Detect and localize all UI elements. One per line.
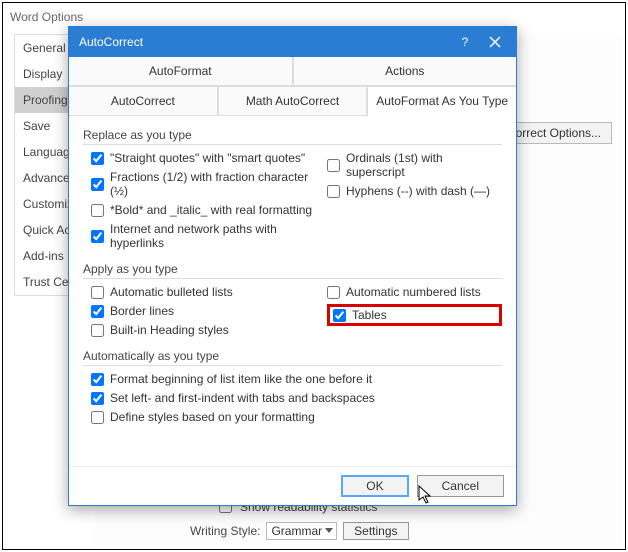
autocorrect-options-button[interactable]: orrect Options... [505,122,612,144]
tab-math-autocorrect[interactable]: Math AutoCorrect [218,86,368,116]
chk-smart-quotes[interactable]: "Straight quotes" with "smart quotes" [91,151,327,165]
parent-window-title: Word Options [10,10,83,24]
settings-button[interactable]: Settings [343,522,408,540]
dialog-button-row: OK Cancel [69,466,516,505]
chk-indent-tabs[interactable]: Set left- and first-indent with tabs and… [91,391,502,405]
cancel-button[interactable]: Cancel [417,475,504,497]
dialog-body: Replace as you type "Straight quotes" wi… [69,116,516,466]
chk-bulleted-lists[interactable]: Automatic bulleted lists [91,285,327,299]
ok-button[interactable]: OK [341,475,408,497]
chk-bold-italic[interactable]: *Bold* and _italic_ with real formatting [91,203,327,217]
chk-hyperlinks[interactable]: Internet and network paths with hyperlin… [91,222,327,250]
chk-define-styles[interactable]: Define styles based on your formatting [91,410,502,424]
writing-style-label: Writing Style: [190,524,260,538]
writing-style-dropdown[interactable]: Grammar [266,522,337,540]
chk-fractions[interactable]: Fractions (1/2) with fraction character … [91,170,327,198]
tabs-lower-row: AutoCorrect Math AutoCorrect AutoFormat … [69,86,516,116]
chk-border-lines[interactable]: Border lines [91,304,327,318]
tabs-upper-row: AutoFormat Actions [69,57,516,86]
chk-ordinals[interactable]: Ordinals (1st) with superscript [327,151,502,179]
dialog-title: AutoCorrect [79,35,450,49]
tab-autoformat-as-you-type[interactable]: AutoFormat As You Type [367,86,516,116]
tab-autocorrect[interactable]: AutoCorrect [69,86,218,116]
autocorrect-dialog: AutoCorrect ? AutoFormat Actions AutoCor… [68,26,517,506]
tab-autoformat[interactable]: AutoFormat [69,57,293,86]
chk-numbered-lists[interactable]: Automatic numbered lists [327,285,502,299]
chk-hyphens-dash[interactable]: Hyphens (--) with dash (—) [327,184,502,198]
highlight-tables: Tables [327,304,502,326]
chk-format-beginning[interactable]: Format beginning of list item like the o… [91,372,502,386]
group-auto-title: Automatically as you type [83,349,502,363]
group-apply-title: Apply as you type [83,262,502,276]
tab-actions[interactable]: Actions [293,57,517,86]
chk-tables[interactable]: Tables [333,308,387,322]
chk-heading-styles[interactable]: Built-in Heading styles [91,323,327,337]
dialog-titlebar: AutoCorrect ? [69,27,516,57]
close-icon[interactable] [480,28,510,56]
help-icon[interactable]: ? [450,28,480,56]
group-replace-title: Replace as you type [83,128,502,142]
